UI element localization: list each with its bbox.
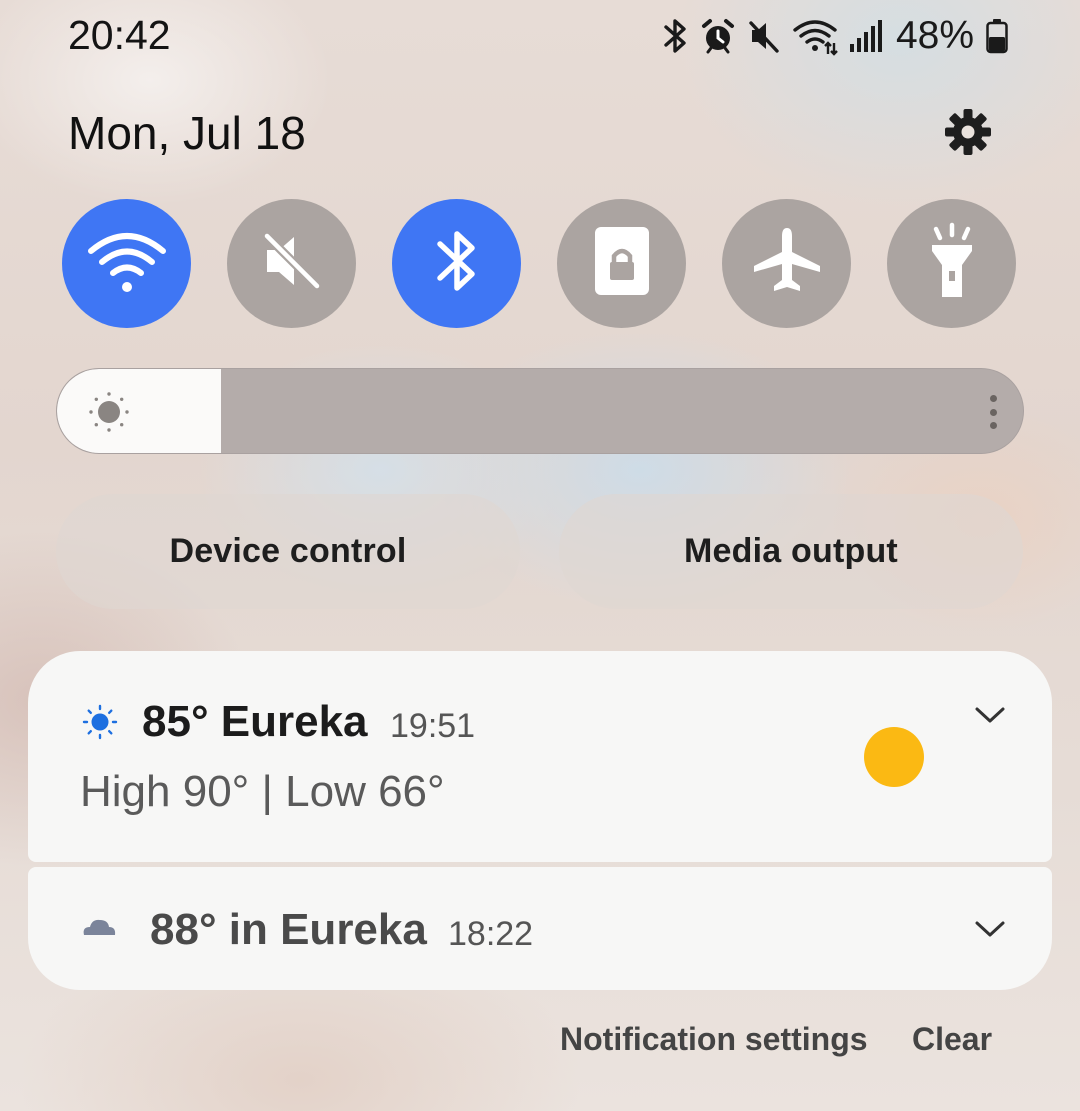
clear-button[interactable]: Clear — [912, 1021, 992, 1058]
brightness-more-options-button[interactable] — [985, 391, 1001, 433]
portrait-lock-toggle[interactable] — [557, 199, 686, 328]
alarm-icon — [700, 16, 736, 56]
battery-percentage: 48% — [895, 14, 974, 57]
portrait-lock-icon — [594, 226, 650, 301]
date-label: Mon, Jul 18 — [68, 107, 306, 159]
bluetooth-icon — [432, 224, 482, 303]
battery-icon — [986, 16, 1008, 56]
notification-card[interactable]: 88° in Eureka 18:22 — [28, 867, 1052, 990]
more-dot — [989, 408, 997, 416]
sound-toggle[interactable] — [227, 199, 356, 328]
flashlight-toggle[interactable] — [887, 199, 1016, 328]
expand-chevron-icon[interactable] — [970, 917, 1010, 941]
notification-body: High 90° | Low 66° — [80, 767, 445, 816]
notification-time: 18:22 — [448, 915, 534, 953]
more-dot — [989, 422, 997, 429]
flashlight-icon — [922, 221, 982, 306]
notification-time: 19:51 — [390, 707, 476, 745]
bluetooth-icon — [662, 16, 690, 56]
notification-card[interactable]: 85° Eureka 19:51 High 90° | Low 66° — [28, 651, 1052, 862]
wifi-icon — [87, 227, 167, 300]
bluetooth-toggle[interactable] — [392, 199, 521, 328]
signal-icon — [848, 16, 882, 56]
more-dot — [989, 395, 997, 402]
device-control-button[interactable]: Device control — [56, 494, 520, 609]
wifi-toggle[interactable] — [62, 199, 191, 328]
notification-title: 85° Eureka — [142, 697, 368, 746]
notification-title: 88° in Eureka — [150, 905, 427, 954]
status-icons: 48% — [662, 14, 1008, 58]
status-bar: 20:42 48% — [0, 0, 1080, 72]
expand-chevron-icon[interactable] — [970, 703, 1010, 727]
media-output-button[interactable]: Media output — [559, 494, 1023, 609]
status-time: 20:42 — [68, 12, 171, 58]
brightness-level-fill[interactable] — [57, 369, 222, 453]
gear-icon — [942, 106, 994, 163]
notification-settings-button[interactable]: Notification settings — [560, 1021, 868, 1058]
weather-sun-image — [864, 727, 924, 787]
mute-icon — [746, 16, 782, 56]
brightness-slider[interactable] — [56, 368, 1024, 454]
sun-icon — [82, 704, 118, 740]
mute-icon — [257, 226, 327, 301]
sun-icon — [87, 390, 131, 434]
wifi-icon — [792, 16, 838, 56]
settings-button[interactable] — [940, 106, 996, 162]
quick-settings-toggles — [62, 199, 1016, 329]
cloud-icon — [80, 915, 118, 939]
airplane-mode-toggle[interactable] — [722, 199, 851, 328]
airplane-icon — [750, 224, 824, 303]
